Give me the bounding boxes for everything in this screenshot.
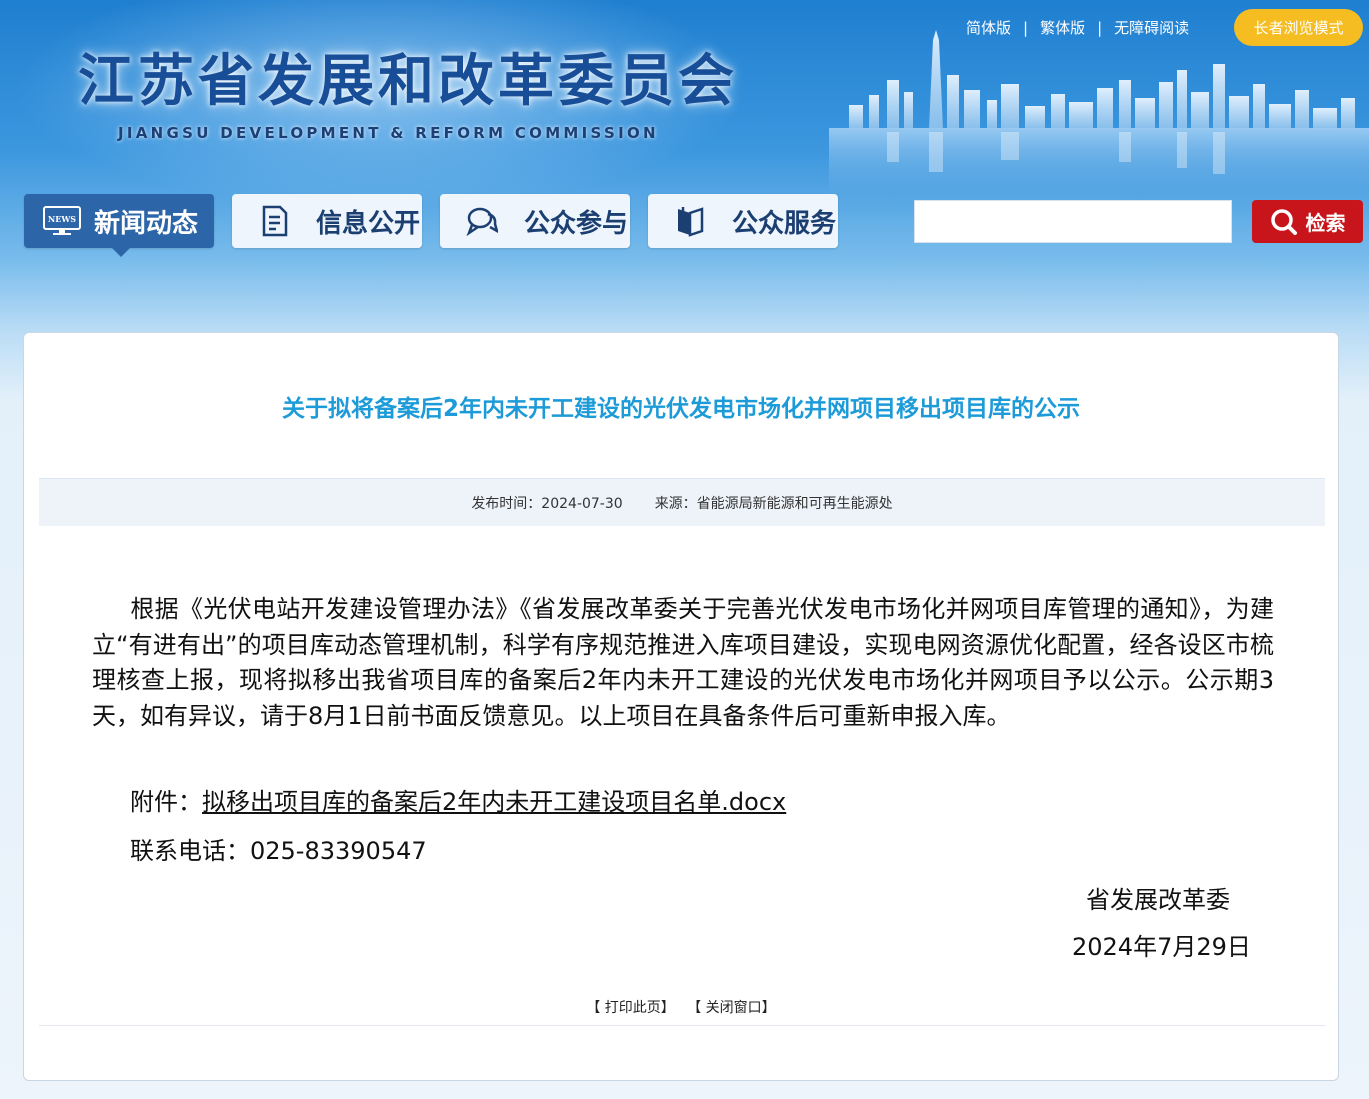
elder-mode-button[interactable]: 长者浏览模式 [1234, 9, 1363, 46]
attachment-label: 附件： [130, 788, 202, 816]
news-icon: NEWS [40, 201, 84, 241]
nav-item-public-participation[interactable]: 公众参与 [440, 194, 630, 248]
attachment-line: 附件：拟移出项目库的备案后2年内未开工建设项目名单.docx [130, 782, 786, 817]
close-window-link[interactable]: 【 关闭窗口】 [687, 1000, 775, 1016]
attachment-link[interactable]: 拟移出项目库的备案后2年内未开工建设项目名单.docx [202, 788, 786, 816]
signature: 省发展改革委 [1086, 886, 1230, 914]
article-body: 根据《光伏电站开发建设管理办法》《省发展改革委关于完善光伏发电市场化并网项目库管… [92, 592, 1274, 734]
main-nav: NEWS 新闻动态 信息公开 公众参与 公众服务 [24, 194, 856, 257]
site-logo-english: JIANGSU DEVELOPMENT & REFORM COMMISSION [118, 124, 659, 142]
contact-phone: 联系电话：025-83390547 [130, 837, 427, 865]
article-container: 关于拟将备案后2年内未开工建设的光伏发电市场化并网项目移出项目库的公示 发布时间… [23, 332, 1339, 1081]
site-logo-chinese: 江苏省发展和改革委员会 [78, 48, 738, 114]
publish-time: 发布时间：2024-07-30 [471, 495, 623, 512]
search-button[interactable]: 检索 [1252, 200, 1363, 243]
nav-item-public-service[interactable]: 公众服务 [648, 194, 838, 248]
document-icon [252, 201, 296, 241]
header-banner: 江苏省发展和改革委员会 JIANGSU DEVELOPMENT & REFORM… [0, 0, 1369, 330]
book-icon [668, 201, 712, 241]
print-page-link[interactable]: 【 打印此页】 [586, 1000, 674, 1016]
nav-item-label: 信息公开 [316, 208, 421, 239]
footer-links: 【 打印此页】 【 关闭窗口】 [24, 997, 1338, 1017]
footer-divider [39, 1025, 1325, 1026]
article-source: 来源：省能源局新能源和可再生能源处 [654, 495, 893, 512]
article-meta: 发布时间：2024-07-30 来源：省能源局新能源和可再生能源处 [39, 478, 1325, 526]
accessible-reading-link[interactable]: 无障碍阅读 [1108, 17, 1195, 38]
search-input[interactable] [914, 200, 1232, 243]
svg-text:NEWS: NEWS [48, 214, 76, 224]
link-separator: | [1097, 18, 1103, 37]
sign-date: 2024年7月29日 [1072, 933, 1251, 961]
nav-item-label: 公众参与 [524, 208, 629, 239]
city-skyline-image [829, 30, 1369, 218]
traditional-link[interactable]: 繁体版 [1034, 17, 1091, 38]
top-links: 简体版 | 繁体版 | 无障碍阅读 [960, 17, 1195, 38]
nav-item-info-disclosure[interactable]: 信息公开 [232, 194, 422, 248]
chat-icon [460, 201, 504, 241]
search-icon [1270, 208, 1298, 236]
nav-item-label: 公众服务 [732, 208, 837, 239]
article-body-text: 根据《光伏电站开发建设管理办法》《省发展改革委关于完善光伏发电市场化并网项目库管… [92, 595, 1274, 730]
nav-item-label: 新闻动态 [94, 208, 199, 239]
link-separator: | [1023, 18, 1029, 37]
simplified-link[interactable]: 简体版 [960, 17, 1017, 38]
nav-item-news[interactable]: NEWS 新闻动态 [24, 194, 214, 257]
search-button-label: 检索 [1305, 211, 1346, 235]
article-title: 关于拟将备案后2年内未开工建设的光伏发电市场化并网项目移出项目库的公示 [281, 396, 1080, 422]
